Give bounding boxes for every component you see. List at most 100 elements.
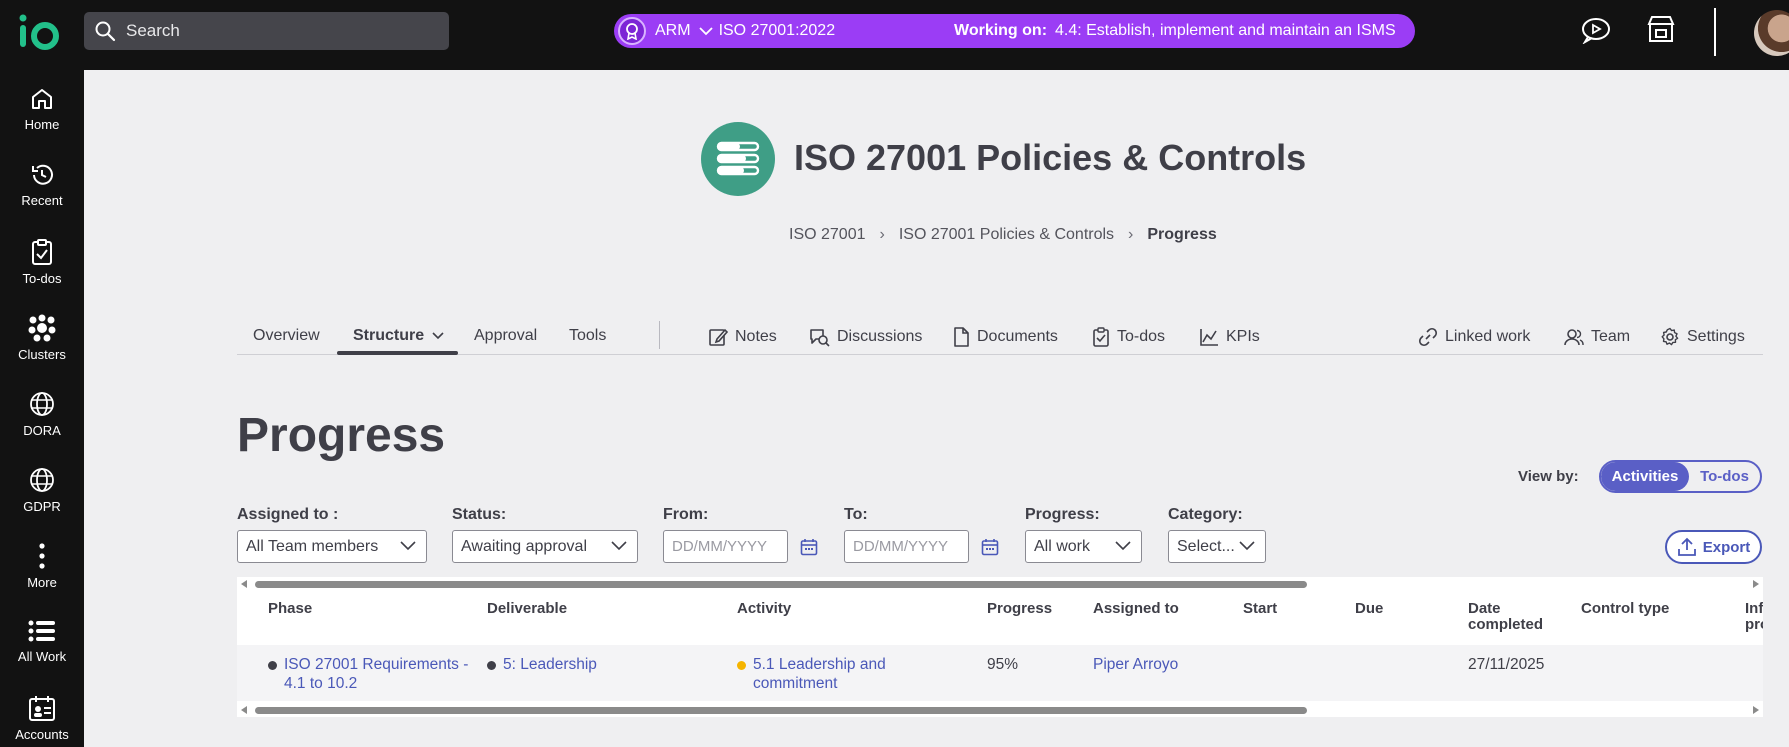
- scroll-left-arrow[interactable]: [241, 706, 247, 714]
- export-button[interactable]: Export: [1665, 530, 1762, 564]
- tab-kpis[interactable]: KPIs: [1199, 327, 1260, 347]
- scroll-right-arrow[interactable]: [1753, 580, 1759, 588]
- discussion-icon: [810, 329, 830, 347]
- phase-link[interactable]: ISO 27001 Requirements - 4.1 to 10.2: [284, 655, 469, 693]
- status-filter-select[interactable]: Awaiting approval: [452, 530, 638, 563]
- view-by-activities[interactable]: Activities: [1601, 462, 1689, 491]
- top-bar: Search ARM ISO 27001:2022 Working on: 4.…: [0, 0, 1789, 70]
- horizontal-scrollbar-top[interactable]: [237, 577, 1763, 591]
- from-date-input[interactable]: DD/MM/YYYY: [663, 530, 788, 563]
- tab-documents[interactable]: Documents: [952, 327, 1058, 347]
- store-icon[interactable]: [1646, 14, 1676, 44]
- tab-discussions[interactable]: Discussions: [808, 327, 922, 347]
- globe-icon: [30, 392, 54, 416]
- home-icon: [32, 89, 52, 109]
- sidebar-item-all-work[interactable]: All Work: [0, 618, 84, 688]
- structure-list-icon: [716, 141, 760, 176]
- sidebar: Home Recent To-dos Clusters DORA GDPR Mo…: [0, 70, 84, 747]
- tab-settings[interactable]: Settings: [1660, 327, 1745, 347]
- column-header-start[interactable]: Start: [1243, 601, 1277, 617]
- to-date-input[interactable]: DD/MM/YYYY: [844, 530, 969, 563]
- tab-approval[interactable]: Approval: [474, 327, 537, 345]
- sidebar-item-clusters[interactable]: Clusters: [0, 314, 84, 384]
- progress-table: Phase Deliverable Activity Progress Assi…: [237, 577, 1763, 717]
- scrollbar-thumb[interactable]: [255, 707, 1307, 714]
- clipboard-check-icon: [1093, 327, 1109, 347]
- sidebar-item-todos[interactable]: To-dos: [0, 238, 84, 308]
- calendar-icon[interactable]: [800, 538, 818, 556]
- tab-structure[interactable]: Structure: [353, 327, 444, 345]
- deliverable-link[interactable]: 5: Leadership: [503, 655, 703, 674]
- tab-label: To-dos: [1117, 328, 1166, 345]
- progress-value: 95%: [987, 656, 1019, 673]
- document-icon: [954, 327, 969, 347]
- category-filter-select[interactable]: Select...: [1168, 530, 1266, 563]
- scroll-left-arrow[interactable]: [241, 580, 247, 588]
- tab-todos[interactable]: To-dos: [1092, 327, 1165, 347]
- calendar-icon[interactable]: [981, 538, 999, 556]
- category-filter-label: Category:: [1168, 506, 1243, 523]
- clipboard-check-icon: [32, 239, 52, 265]
- scrollbar-thumb[interactable]: [255, 581, 1307, 588]
- breadcrumb-item[interactable]: ISO 27001 Policies & Controls: [899, 226, 1114, 244]
- status-filter-label: Status:: [452, 506, 507, 523]
- tab-overview[interactable]: Overview: [253, 327, 320, 345]
- from-filter-label: From:: [663, 506, 709, 523]
- activity-link[interactable]: 5.1 Leadership and commitment: [753, 655, 913, 693]
- project-switcher[interactable]: ARM ISO 27001:2022 Working on: 4.4: Esta…: [614, 14, 1415, 48]
- category-filter-value: Select...: [1177, 537, 1235, 555]
- horizontal-scrollbar-bottom[interactable]: [237, 703, 1763, 717]
- project-icon: [701, 122, 775, 196]
- column-header-due[interactable]: Due: [1355, 601, 1383, 617]
- search-placeholder: Search: [126, 21, 180, 40]
- assigned-filter-select[interactable]: All Team members: [237, 530, 427, 563]
- tab-team[interactable]: Team: [1564, 327, 1630, 347]
- assignee-link[interactable]: Piper Arroyo: [1093, 655, 1178, 674]
- sidebar-item-gdpr[interactable]: GDPR: [0, 466, 84, 536]
- sidebar-item-dora[interactable]: DORA: [0, 390, 84, 460]
- sidebar-item-label: Recent: [21, 193, 63, 208]
- search-input[interactable]: Search: [84, 12, 449, 50]
- column-header-assigned-to[interactable]: Assigned to: [1093, 601, 1179, 617]
- more-vertical-icon: [39, 543, 45, 569]
- progress-filter-select[interactable]: All work: [1025, 530, 1142, 563]
- sidebar-item-recent[interactable]: Recent: [0, 162, 84, 232]
- project-tabs: Overview Structure Approval Tools Notes …: [237, 318, 1763, 355]
- tab-linked-work[interactable]: Linked work: [1418, 327, 1530, 347]
- sidebar-item-accounts[interactable]: Accounts: [0, 694, 84, 747]
- export-label: Export: [1702, 538, 1751, 556]
- chevron-right-icon: ›: [1128, 226, 1134, 243]
- accounts-icon: [29, 696, 55, 721]
- view-by-todos[interactable]: To-dos: [1689, 462, 1760, 491]
- project-code: ARM: [655, 22, 691, 39]
- globe-icon: [30, 468, 54, 492]
- upload-icon: [1677, 537, 1696, 556]
- column-header-phase[interactable]: Phase: [268, 601, 312, 617]
- column-header-deliverable[interactable]: Deliverable: [487, 601, 567, 617]
- column-header-control-type[interactable]: Control type: [1581, 601, 1669, 617]
- tab-notes[interactable]: Notes: [708, 327, 777, 347]
- tab-label: KPIs: [1226, 328, 1260, 345]
- assigned-filter-label: Assigned to :: [237, 506, 339, 523]
- scroll-right-arrow[interactable]: [1753, 706, 1759, 714]
- sidebar-item-home[interactable]: Home: [0, 86, 84, 156]
- column-header-date-completed[interactable]: Date completed: [1468, 601, 1543, 633]
- column-header-progress[interactable]: Progress: [987, 601, 1052, 617]
- user-avatar[interactable]: [1754, 10, 1789, 56]
- breadcrumb: ISO 27001 › ISO 27001 Policies & Control…: [789, 226, 1217, 244]
- breadcrumb-item[interactable]: ISO 27001: [789, 226, 866, 244]
- working-on-task[interactable]: 4.4: Establish, implement and maintain a…: [1055, 22, 1396, 40]
- section-heading: Progress: [237, 409, 446, 462]
- column-header-truncated[interactable]: Inf pro: [1745, 601, 1763, 633]
- column-header-activity[interactable]: Activity: [737, 601, 791, 617]
- history-icon: [32, 164, 53, 185]
- sidebar-item-label: All Work: [17, 649, 67, 664]
- app-logo[interactable]: [18, 12, 62, 52]
- award-icon: [618, 17, 646, 45]
- sidebar-item-more[interactable]: More: [0, 542, 84, 612]
- tab-tools[interactable]: Tools: [569, 327, 606, 345]
- video-chat-icon[interactable]: [1580, 16, 1612, 44]
- gear-icon: [1661, 327, 1679, 346]
- chevron-down-icon: [611, 541, 627, 551]
- assigned-filter-value: All Team members: [246, 537, 379, 555]
